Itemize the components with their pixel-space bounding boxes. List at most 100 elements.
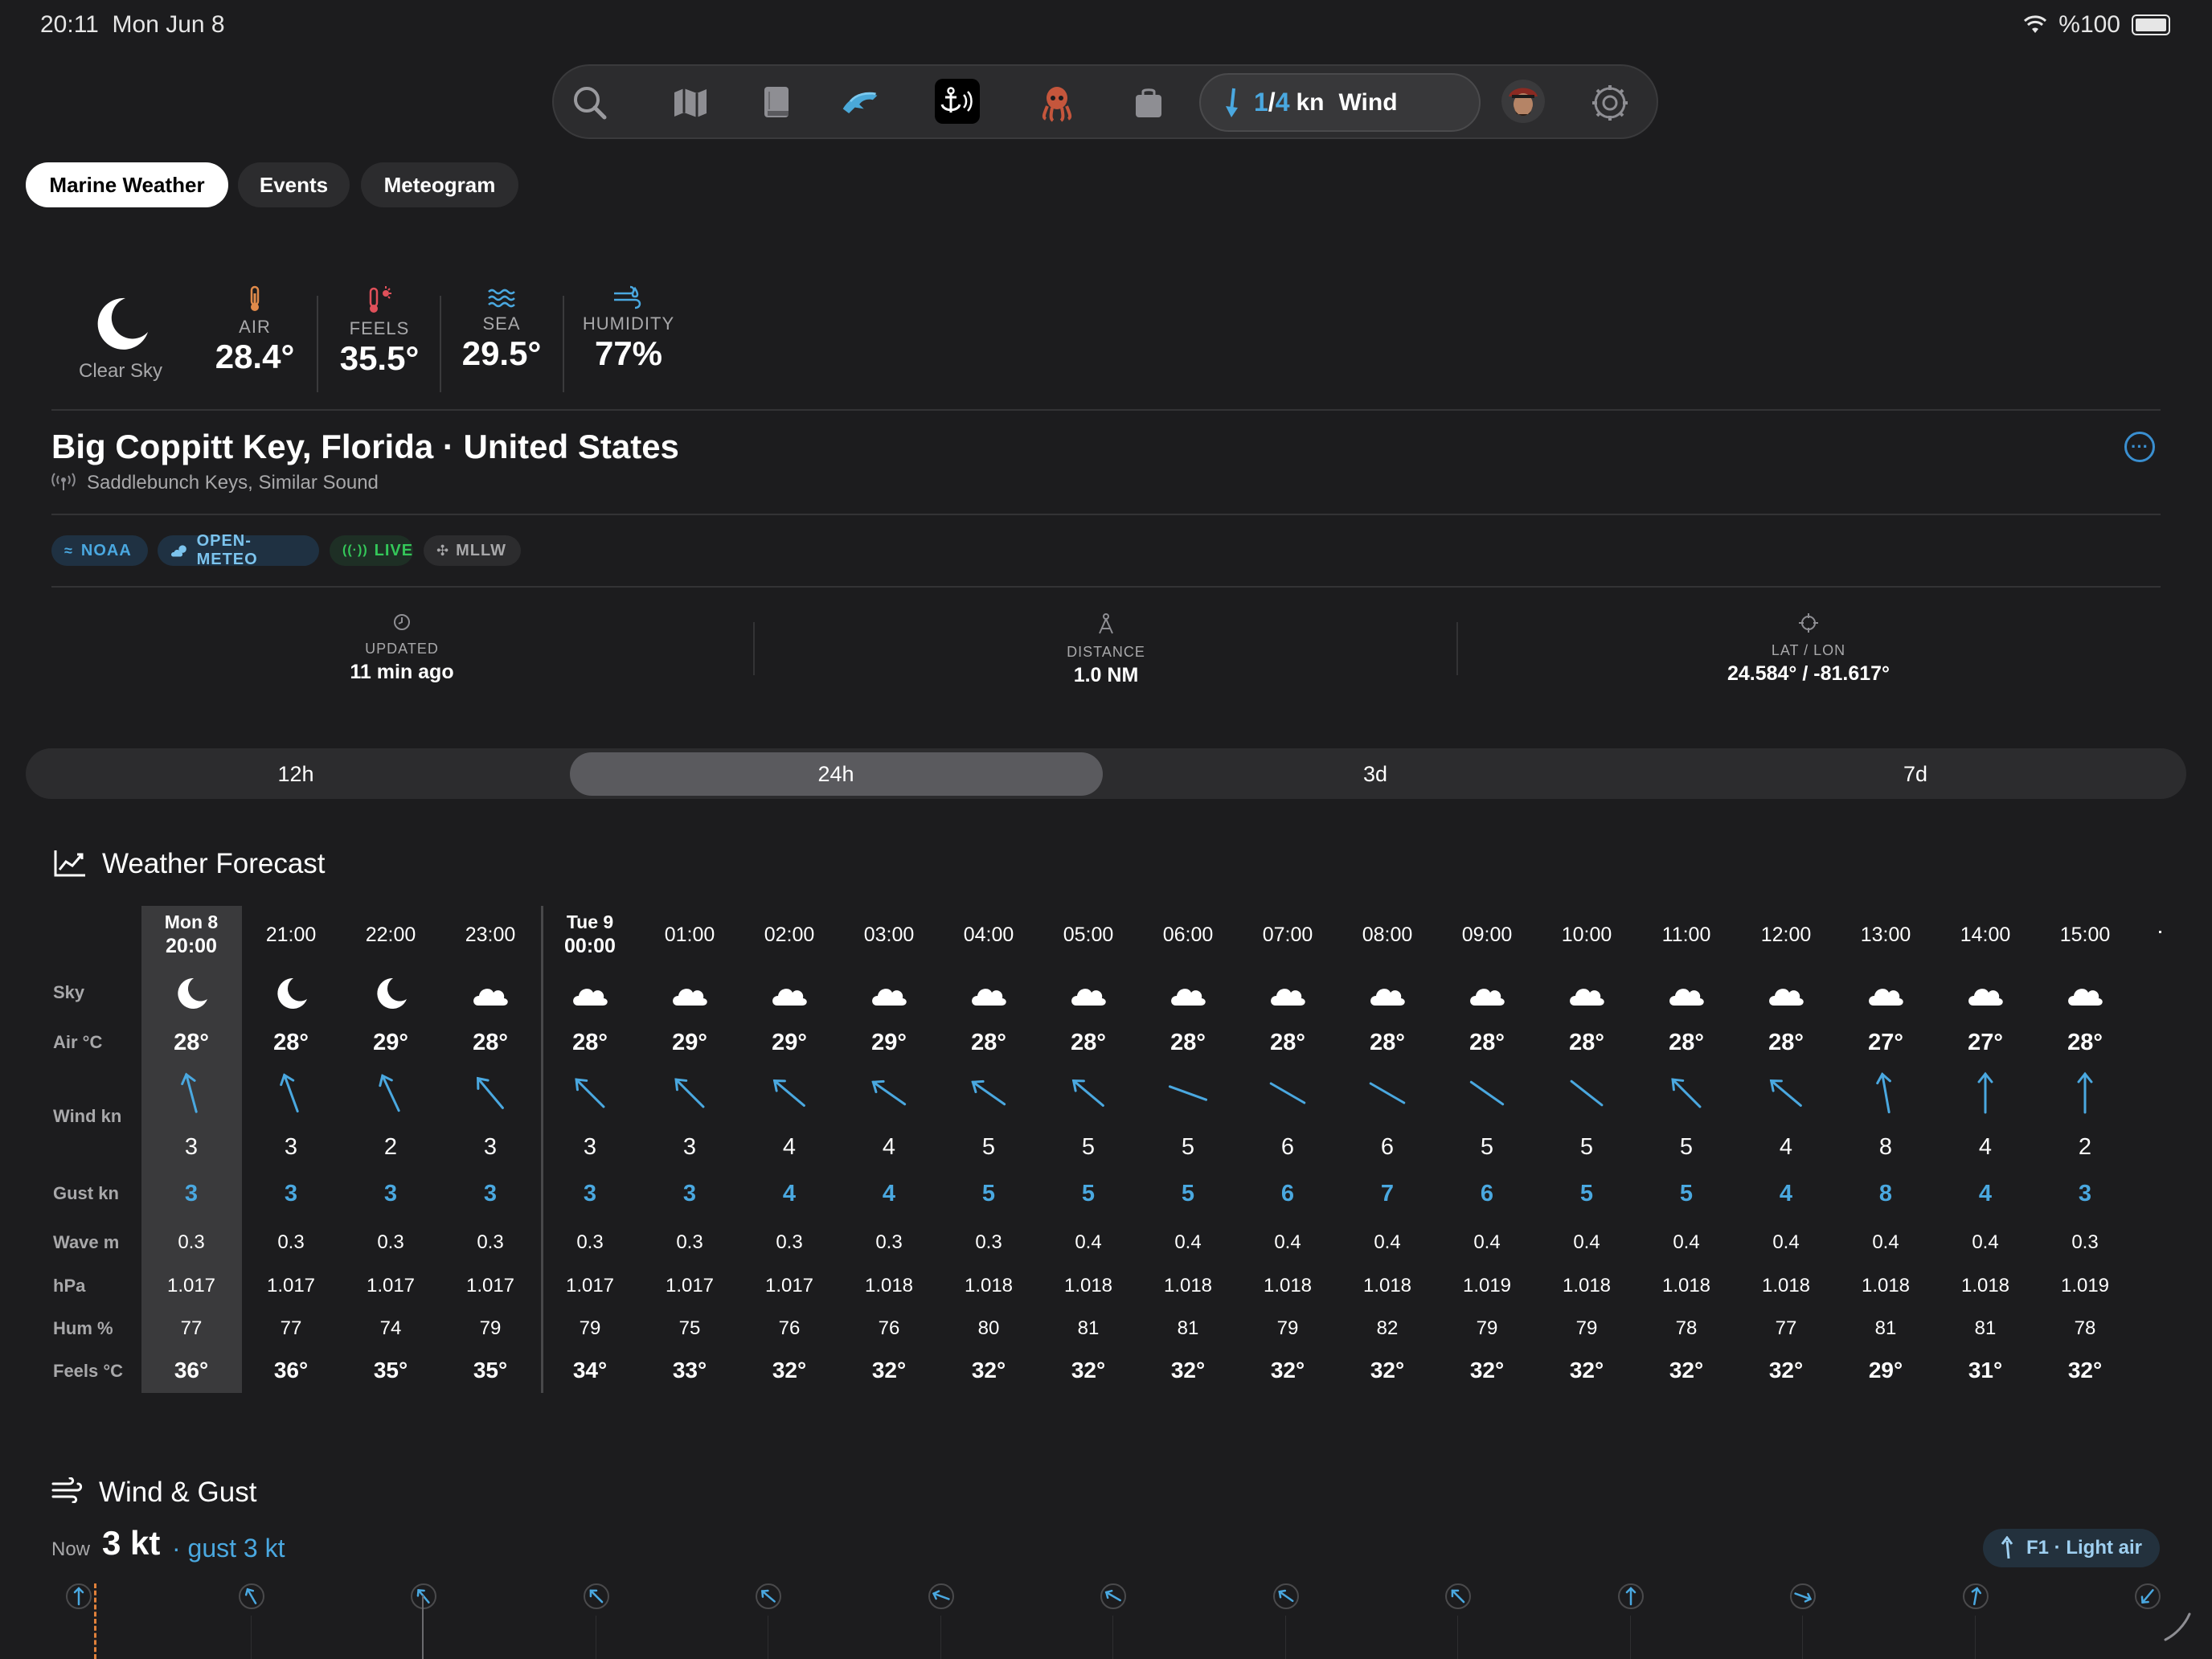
wave-height: 0.4 — [1274, 1231, 1301, 1253]
feels-label: FEELS — [349, 318, 410, 338]
air-value: 28.4° — [215, 338, 295, 375]
moon-icon — [97, 297, 148, 350]
badge-live: ((·)) LIVE — [330, 535, 413, 566]
move-icon: ✣ — [436, 542, 450, 559]
wave-height: 0.4 — [1673, 1231, 1700, 1253]
range-3d[interactable]: 3d — [1295, 762, 1456, 787]
wifi-icon — [2024, 15, 2047, 33]
anchor-alarm-icon[interactable] — [935, 79, 980, 124]
row-label-wind: Wind kn — [53, 1106, 122, 1126]
now-wind-value: 3 kt — [102, 1524, 161, 1562]
humidity: 76 — [778, 1317, 801, 1339]
wave-height: 0.3 — [178, 1231, 205, 1253]
tab-meteogram[interactable]: Meteogram — [361, 162, 518, 207]
pressure: 1.018 — [1063, 1275, 1113, 1296]
gust-speed: 3 — [284, 1181, 298, 1206]
search-icon[interactable] — [569, 82, 611, 124]
forecast-title: Weather Forecast — [102, 848, 326, 879]
arrow-up-icon — [2001, 1536, 2013, 1559]
cloud-icon — [772, 989, 807, 1006]
wind-current-value: 1 — [1254, 88, 1268, 117]
wind-direction-arrow — [575, 1078, 605, 1108]
location-title: Big Coppitt Key, Florida · United States — [51, 428, 679, 465]
wind-speed: 5 — [1480, 1134, 1494, 1160]
wind-chip[interactable]: 1/4 kn Wind — [1199, 73, 1481, 132]
wind-direction-marker — [1962, 1583, 1989, 1609]
range-24h[interactable]: 24h — [756, 762, 916, 787]
wind-direction-marker — [756, 1583, 781, 1609]
scroll-indicator[interactable] — [2162, 1611, 2194, 1643]
wind-direction-arrow — [477, 1076, 504, 1109]
column-time: 21:00 — [265, 924, 317, 946]
wave-height: 0.3 — [975, 1231, 1002, 1253]
wind-speed: 5 — [1181, 1134, 1195, 1160]
meta-updated: UPDATED 11 min ago — [161, 612, 643, 684]
wave-height: 0.3 — [776, 1231, 803, 1253]
dolphin-icon[interactable] — [840, 82, 882, 124]
wind-direction-marker — [1100, 1583, 1126, 1609]
wave-height: 0.3 — [377, 1231, 404, 1253]
hour-gridline — [1284, 1616, 1286, 1659]
humidity: 79 — [1575, 1317, 1598, 1339]
humidity: 81 — [1874, 1317, 1897, 1339]
cloud-icon — [1171, 989, 1206, 1006]
humidity: 78 — [1675, 1317, 1698, 1339]
wave-height: 0.3 — [2071, 1231, 2099, 1253]
wind-direction-arrow — [181, 1072, 198, 1113]
tab-events[interactable]: Events — [238, 162, 350, 207]
logbook-icon[interactable] — [756, 82, 797, 124]
badge-mllw: ✣ MLLW — [424, 535, 521, 566]
feels-temp: 35° — [373, 1358, 408, 1382]
gust-speed: 7 — [1380, 1181, 1395, 1206]
meta-distance: DISTANCE 1.0 NM — [865, 612, 1347, 687]
column-time: 22:00 — [365, 924, 416, 946]
column-time: 02:00 — [764, 924, 815, 946]
gust-speed: 3 — [184, 1181, 199, 1206]
air-temp: 29° — [772, 1030, 807, 1055]
air-temp: 27° — [1968, 1030, 2003, 1055]
wave-height: 0.3 — [676, 1231, 703, 1253]
feels-temp: 32° — [1669, 1358, 1704, 1382]
column-time: 00:00 — [564, 935, 616, 957]
range-12h[interactable]: 12h — [215, 762, 376, 787]
wind-direction-marker — [411, 1583, 436, 1609]
thermometer-icon — [250, 285, 260, 311]
more-options-button[interactable]: ··· — [2124, 432, 2155, 462]
feels-temp: 36° — [273, 1358, 309, 1382]
bag-icon[interactable] — [1128, 82, 1169, 124]
column-day: Mon 8 — [164, 911, 219, 932]
wind-speed: 5 — [1579, 1134, 1594, 1160]
battery-icon — [2132, 14, 2170, 35]
humidity: 79 — [479, 1317, 502, 1339]
wind-direction-marker — [1617, 1583, 1644, 1609]
octopus-icon[interactable] — [1036, 82, 1078, 124]
status-bar: 20:11 Mon Jun 8 %100 — [0, 0, 2212, 50]
humidity: 77 — [180, 1317, 203, 1339]
gust-speed: 3 — [583, 1181, 597, 1206]
divider — [563, 296, 564, 392]
wind-separator: / — [1268, 88, 1276, 117]
range-7d[interactable]: 7d — [1835, 762, 1996, 787]
avatar[interactable] — [1499, 77, 1547, 125]
humidity: 80 — [977, 1317, 1000, 1339]
condition-humidity: HUMIDITY 77% — [572, 285, 685, 373]
wind-direction-marker — [1790, 1583, 1816, 1609]
gust-speed: 4 — [1779, 1181, 1793, 1206]
settings-icon[interactable] — [1589, 82, 1631, 124]
map-icon[interactable] — [670, 82, 711, 124]
air-temp: 28° — [572, 1030, 608, 1055]
pressure: 1.017 — [465, 1275, 515, 1296]
wind-direction-arrow — [1671, 1078, 1702, 1108]
wind-speed: 4 — [882, 1134, 896, 1160]
gust-speed: 5 — [1081, 1181, 1096, 1206]
divider — [1456, 622, 1458, 675]
moon-icon — [178, 977, 207, 1009]
row-label-hum: Hum % — [53, 1318, 113, 1338]
tab-marine-weather[interactable]: Marine Weather — [26, 162, 228, 207]
column-time: 23:00 — [465, 924, 516, 946]
wind-direction-arrow — [871, 1079, 907, 1106]
wind-speed: 4 — [1779, 1134, 1793, 1160]
cloud-icon — [1271, 989, 1305, 1006]
air-label: AIR — [239, 317, 271, 337]
row-label-feels: Feels °C — [53, 1361, 124, 1381]
